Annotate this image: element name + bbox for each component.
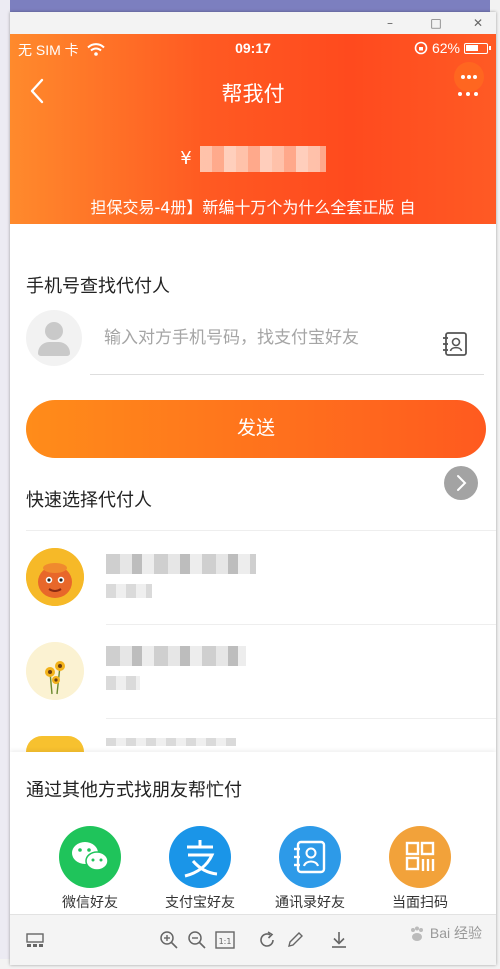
desktop-background-left (0, 0, 10, 969)
battery-percent: 62% (431, 40, 460, 56)
amount-blurred (199, 146, 326, 172)
currency-symbol: ¥ (180, 148, 192, 169)
more-menu-button[interactable] (454, 62, 484, 92)
contact-book-icon[interactable] (442, 330, 470, 358)
status-right: 62% (414, 40, 491, 56)
contact-name-blurred (106, 554, 256, 574)
list-divider (106, 624, 496, 625)
order-description: 担保交易-4册】新编十万个为什么全套正版 自 (90, 198, 416, 217)
maximize-icon[interactable]: □ (422, 14, 450, 32)
contact-avatar[interactable] (26, 736, 84, 752)
share-alipay-label: 支付宝好友 (165, 894, 235, 910)
contact-account-blurred (106, 676, 140, 690)
rotation-lock-icon (414, 41, 428, 55)
baidu-watermark: Bai 经验 (408, 923, 482, 943)
share-qr-button[interactable]: 当面扫码 (370, 826, 470, 912)
list-divider (106, 718, 496, 719)
qr-code-icon (389, 826, 451, 888)
contacts-icon (279, 826, 341, 888)
share-wechat-label: 微信好友 (62, 894, 118, 910)
input-underline (90, 374, 484, 375)
rotate-icon[interactable] (256, 929, 278, 951)
cartoon-avatar-icon (26, 548, 84, 606)
paw-logo-icon (410, 926, 423, 942)
phone-number-input[interactable] (90, 320, 440, 356)
sunflower-avatar-icon (26, 642, 84, 700)
edit-pencil-icon[interactable] (284, 929, 306, 951)
share-wechat-button[interactable]: 微信好友 (40, 826, 140, 912)
other-methods-title: 通过其他方式找朋友帮忙付 (26, 780, 242, 800)
payment-amount: ¥ (10, 146, 496, 172)
close-icon[interactable]: ✕ (464, 14, 492, 32)
header-banner: 无 SIM 卡 09:17 62% 帮我付 ¥ 担保交易-4册】新编十万个为什么… (10, 34, 496, 224)
viewer-window: – □ ✕ 无 SIM 卡 09:17 62% 帮我付 ¥ 担保交易-4册】新编… (10, 12, 496, 965)
send-button[interactable]: 发送 (26, 400, 486, 458)
float-arrow-button[interactable] (444, 466, 478, 500)
battery-icon (464, 42, 491, 54)
zoom-out-icon[interactable] (186, 929, 208, 951)
share-contacts-button[interactable]: 通讯录好友 (260, 826, 360, 912)
contact-name-blurred (106, 646, 246, 666)
actual-size-icon[interactable]: 1:1 (214, 929, 236, 951)
share-alipay-button[interactable]: 支付宝好友 (150, 826, 250, 912)
minimize-icon[interactable]: – (376, 14, 404, 32)
window-titlebar: – □ ✕ (10, 12, 496, 34)
svg-text:1:1: 1:1 (219, 937, 232, 946)
alipay-icon (169, 826, 231, 888)
page-title: 帮我付 (221, 83, 285, 106)
desktop-background-top (0, 0, 500, 12)
phone-screen: 无 SIM 卡 09:17 62% 帮我付 ¥ 担保交易-4册】新编十万个为什么… (10, 34, 496, 914)
thumbnail-icon[interactable] (24, 929, 46, 951)
list-divider (26, 530, 496, 531)
download-icon[interactable] (328, 929, 350, 951)
share-contacts-label: 通讯录好友 (275, 894, 345, 910)
zoom-in-icon[interactable] (158, 929, 180, 951)
contact-avatar[interactable] (26, 548, 84, 606)
contact-account-blurred (106, 584, 152, 598)
chevron-right-icon (457, 475, 467, 491)
viewer-toolbar: 1:1 Bai 经验 (10, 914, 496, 965)
wechat-icon (59, 826, 121, 888)
phone-search-title: 手机号查找代付人 (26, 276, 170, 296)
avatar-placeholder (26, 310, 82, 366)
contact-name-blurred (106, 738, 236, 746)
more-options-icon[interactable] (456, 92, 480, 98)
quick-select-title: 快速选择代付人 (26, 490, 152, 510)
status-bar: 无 SIM 卡 09:17 62% (10, 40, 496, 60)
contact-avatar[interactable] (26, 642, 84, 700)
share-qr-label: 当面扫码 (392, 894, 448, 910)
